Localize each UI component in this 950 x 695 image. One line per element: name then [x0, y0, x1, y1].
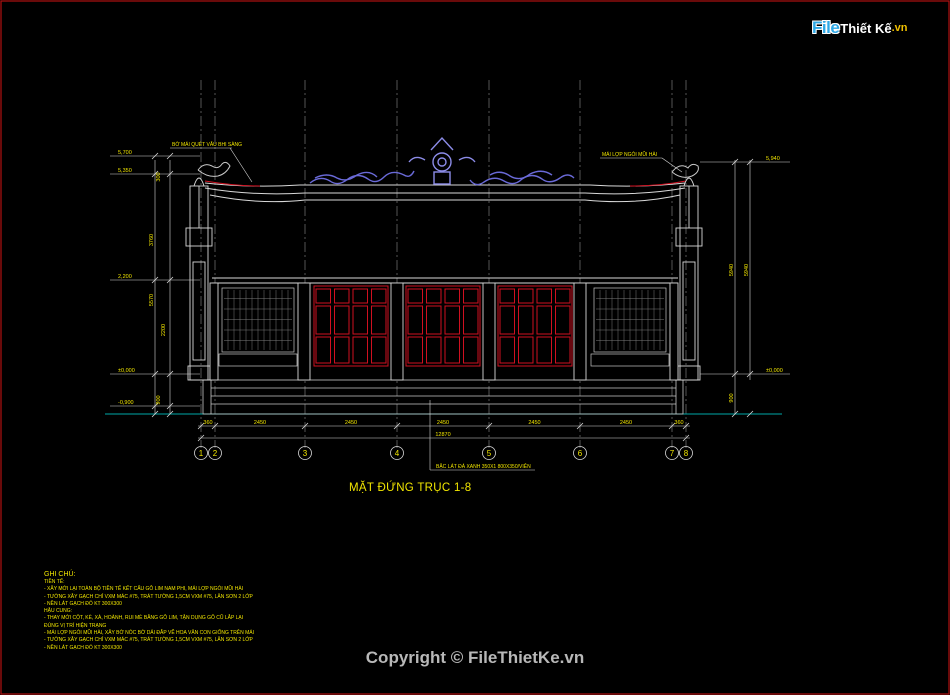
note-line: - THAY MỚI CỘT, KÈ, XÀ, HOÀNH, RUI MÈ BẰ… [44, 615, 244, 622]
axis-bubble-5: 5 [482, 446, 496, 460]
left-callout: BỜ MÁI QUÉT VÂU BHI SÀNG [172, 141, 242, 148]
corner-ornaments [197, 161, 699, 178]
axis-bubble-3: 3 [298, 446, 312, 460]
axis-label: 5 [487, 449, 492, 458]
vertical-dimension-right: 5940 [729, 264, 735, 276]
note-line: - TƯỜNG XÂY GẠCH CHỈ VXM MÁC #75, TRÁT T… [44, 593, 253, 600]
vertical-dimension-right: 5940 [744, 264, 750, 276]
door-panels [313, 285, 573, 367]
note-line: - XÂY MỚI LẠI TOÀN BỘ TIỀN TẾ KẾT CẤU GỖ… [44, 586, 244, 593]
roof-ornament [309, 136, 575, 186]
lattice-pattern [224, 290, 664, 350]
axis-label: 8 [684, 449, 689, 458]
notes-title: GHI CHÚ: [44, 571, 76, 578]
notes-block: GHI CHÚ: TIỀN TẾ: - XÂY MỚI LẠI TOÀN BỘ T… [44, 570, 364, 652]
vertical-dimension-right: 900 [729, 393, 735, 402]
vertical-dimension-left: 300 [156, 172, 162, 181]
logo-tld: .vn [891, 22, 908, 34]
dimension-ticks [151, 152, 754, 442]
right-callout: MÁI LỢP NGÓI MŨI HÀI [602, 151, 657, 158]
bay-dimension: 2450 [254, 420, 266, 426]
axis-label: 4 [395, 449, 400, 458]
axis-label: 2 [213, 449, 218, 458]
column-left [185, 177, 213, 381]
bay-dimension: 2450 [345, 420, 357, 426]
roof [204, 182, 686, 284]
brand-logo: File Thiết Kế .vn [812, 14, 924, 42]
column-right [675, 177, 703, 381]
steps [202, 379, 684, 415]
elevation-mark-left: 2,200 [118, 274, 132, 280]
elevation-mark-right: ±0,000 [766, 368, 783, 374]
elevation-mark-left: -0,900 [118, 400, 134, 406]
elevation-mark-left: 5,700 [118, 150, 132, 156]
bay-dimension: 360 [203, 420, 212, 426]
axis-bubble-7: 7 [665, 446, 679, 460]
axis-label: 3 [303, 449, 308, 458]
overall-dimension: 12870 [435, 432, 450, 438]
axis-bubble-8: 8 [679, 446, 693, 460]
notes-lines: TIỀN TẾ: - XÂY MỚI LẠI TOÀN BỘ TIỀN TẾ KẾ… [44, 579, 364, 652]
elevation-mark-left: 5,350 [118, 168, 132, 174]
axis-bubble-6: 6 [573, 446, 587, 460]
copyright-text: Copyright © FileThietKe.vn [365, 648, 585, 667]
lattice-walls [218, 287, 670, 367]
vertical-dimension-left: 3760 [149, 234, 155, 246]
axis-label: 1 [199, 449, 204, 458]
logo-thietke: Thiết Kế [840, 20, 892, 36]
axis-bubble-1: 1 [194, 446, 208, 460]
axis-bubbles: 12 3 4 5 6 78 [194, 446, 693, 460]
vertical-dimension-left: 2200 [161, 324, 167, 336]
inner-posts [209, 282, 679, 381]
note-line: - TƯỜNG XÂY GẠCH CHỈ VXM MÁC #75, TRÁT T… [44, 637, 253, 644]
bay-dimension: 2450 [437, 420, 449, 426]
bay-dimension: 2450 [620, 420, 632, 426]
bay-dimension: 2450 [528, 420, 540, 426]
bay-dimension: 360 [674, 420, 683, 426]
vertical-dimension-left: 5570 [149, 294, 155, 306]
note-line: - NỀN LÁT GẠCH ĐỎ KT 300X300 [44, 600, 122, 607]
elevation-mark-right: 5,940 [766, 156, 780, 162]
elevation-mark-left: ±0,000 [118, 368, 135, 374]
vertical-dimension-left: 900 [156, 395, 162, 404]
drawing-caption: MẶT ĐỨNG TRỤC 1-8 [349, 482, 472, 494]
grid-lines [200, 80, 687, 448]
bottom-callout: BẬC LÁT ĐÁ XANH 350X1 800X350/VIÊN [436, 462, 531, 470]
axis-bubble-4: 4 [390, 446, 404, 460]
logo-file: File [812, 18, 840, 37]
axis-label: 7 [670, 449, 675, 458]
note-line: ĐÚNG VỊ TRÍ HIỆN TRẠNG [44, 622, 107, 629]
axis-label: 6 [578, 449, 583, 458]
axis-bubble-2: 2 [208, 446, 222, 460]
